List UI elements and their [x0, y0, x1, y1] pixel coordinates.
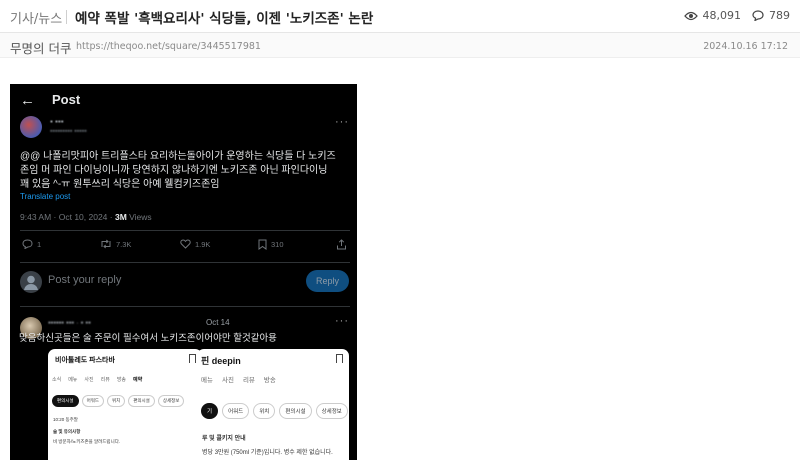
bookmark-count: 310: [271, 240, 284, 249]
comment-text: 맞음하신곳들은 술 주문이 필수여서 노키즈존이어야만 할것같아용: [19, 333, 277, 344]
article-header: 기사/뉴스 예약 폭발 '흑백요리사' 식당들, 이젠 '노키즈존' 논란 48…: [0, 0, 800, 33]
tweet-timestamp: 9:43 AM · Oct 10, 2024 · 3M Views: [20, 212, 152, 222]
reply-action: 1: [22, 239, 41, 249]
divider: [20, 230, 350, 231]
heart-icon: [180, 239, 191, 249]
info-text: 10:20 동주말: [53, 417, 78, 422]
reply-icon: [22, 239, 33, 249]
restaurant-tabs: 메뉴 사진 리뷰 방송: [201, 374, 276, 384]
chip: 위치: [106, 395, 126, 407]
info-heading: 루 및 콜키지 안내: [202, 436, 246, 442]
blurred-commenter-name: ▪▪▪▪▪▪ ▪▪▪ · ▪ ▪▪: [48, 318, 91, 327]
comment-count[interactable]: 789: [769, 9, 790, 22]
views-label: Views: [126, 212, 152, 222]
author-name: 무명의 더쿠: [10, 41, 72, 56]
more-icon: ···: [335, 116, 349, 128]
more-icon: ···: [335, 315, 349, 327]
chip: 편의시설: [128, 395, 155, 407]
article-title: 예약 폭발 '흑백요리사' 식당들, 이젠 '노키즈존' 논란: [75, 11, 374, 27]
tab-label: 메뉴: [201, 377, 213, 384]
chip: 기: [201, 403, 219, 419]
chip: 편의시설: [279, 403, 312, 419]
tab-label: 사진: [221, 377, 234, 384]
info-text: 병당 3만원 (750ml 기준)입니다. 병수 제한 없습니다.: [202, 450, 333, 456]
share-action: [336, 239, 347, 250]
blurred-username: ▪ ▪▪▪: [50, 117, 64, 126]
restaurant-name: 핀 deepin: [201, 356, 241, 366]
tab-label: 메뉴: [68, 377, 78, 383]
article-url[interactable]: https://theqoo.net/square/3445517981: [76, 41, 261, 52]
comment-date: Oct 14: [206, 318, 230, 327]
avatar: [20, 271, 42, 293]
restaurant-screenshot: 비아톨레도 파스타바 소식 메뉴 사진 리뷰 방송 예약 편의시설 어워드 위치…: [48, 349, 202, 460]
reply-button: Reply: [306, 270, 349, 292]
tab-label: 리뷰: [100, 377, 110, 383]
bookmark-icon: [258, 239, 267, 250]
timestamp-text: 9:43 AM · Oct 10, 2024 ·: [20, 212, 115, 222]
chip: 상세정보: [157, 395, 185, 407]
restaurant-chips: 편의시설 어워드 위치 편의시설 상세정보: [52, 395, 185, 407]
header-divider: [66, 10, 67, 24]
translate-link: Translate post: [20, 192, 71, 201]
view-count: 48,091: [702, 9, 742, 22]
article-stats: 48,091 789: [683, 9, 790, 22]
restaurant-tabs: 소식 메뉴 사진 리뷰 방송 예약: [52, 376, 142, 383]
tab-label: 리뷰: [242, 377, 255, 384]
chip: 어워드: [222, 403, 250, 419]
divider: [20, 306, 350, 307]
back-arrow-icon: ←: [20, 92, 35, 109]
tweet-line: @@ 나폴리맛피아 트리플스타 요리하는돌아이가 운영하는 식당들 다 노키즈: [20, 151, 336, 162]
restaurant-chips: 기 어워드 위치 편의시설 상세정보: [201, 403, 348, 419]
blurred-handle: ▪▪▪▪▪▪▪▪▪ ▪▪▪▪▪: [50, 128, 87, 135]
tweet-actions: 1 7.3K 1.9K 310: [20, 239, 350, 255]
bookmark-icon: [189, 354, 196, 363]
post-date: 2024.10.16 17:12: [703, 41, 788, 52]
chip: 상세정보: [315, 403, 348, 419]
info-heading: 술 및 유의사항: [53, 429, 81, 434]
tab-label: 방송: [116, 377, 127, 383]
tweet-text: @@ 나폴리맛피아 트리플스타 요리하는돌아이가 운영하는 식당들 다 노키즈 …: [20, 150, 350, 192]
bookmark-icon: [336, 354, 343, 363]
views-count: 3M: [114, 212, 127, 222]
like-count: 1.9K: [195, 239, 211, 249]
reply-count: 1: [37, 239, 42, 249]
chip: 편의시설: [52, 395, 79, 407]
post-title: Post: [52, 92, 81, 107]
tab-label: 사진: [84, 377, 94, 383]
bookmark-action: 310: [258, 239, 284, 250]
tweet-line: 꽤 있음 ^-ㅠ 원투쓰리 식당은 아예 웰컴키즈존임: [20, 179, 220, 190]
repost-count: 7.3K: [116, 239, 132, 249]
chip: 어워드: [81, 395, 104, 407]
tweet-line: 존임 머 파인 다이닝이니까 당연하지 않나하기엔 노키즈존 아닌 파인다이닝: [20, 165, 328, 176]
like-action: 1.9K: [180, 239, 210, 249]
repost-action: 7.3K: [100, 239, 131, 249]
tab-label: 예약: [133, 377, 143, 383]
article-meta: 무명의 더쿠 https://theqoo.net/square/3445517…: [0, 33, 800, 58]
restaurant-name: 비아톨레도 파스타바: [55, 357, 115, 364]
share-icon: [336, 239, 347, 250]
tab-label: 소식: [52, 377, 62, 383]
avatar: [20, 116, 42, 138]
reply-input: Post your reply: [48, 274, 122, 286]
info-text: 비 방문자/노키즈존을 알려드립니다.: [53, 439, 121, 444]
category-label[interactable]: 기사/뉴스: [10, 8, 62, 27]
divider: [20, 262, 350, 263]
tab-label: 방송: [263, 377, 276, 384]
repost-icon: [100, 239, 112, 249]
eye-icon: [683, 11, 698, 21]
comment-icon: [752, 10, 764, 21]
embedded-post-screenshot: ← Post ▪ ▪▪▪ ▪▪▪▪▪▪▪▪▪ ▪▪▪▪▪ ··· @@ 나폴리맛…: [10, 84, 357, 460]
chip: 위치: [253, 403, 276, 419]
restaurant-screenshot: 핀 deepin 메뉴 사진 리뷰 방송 기 어워드 위치 편의시설 상세정보 …: [197, 349, 349, 460]
